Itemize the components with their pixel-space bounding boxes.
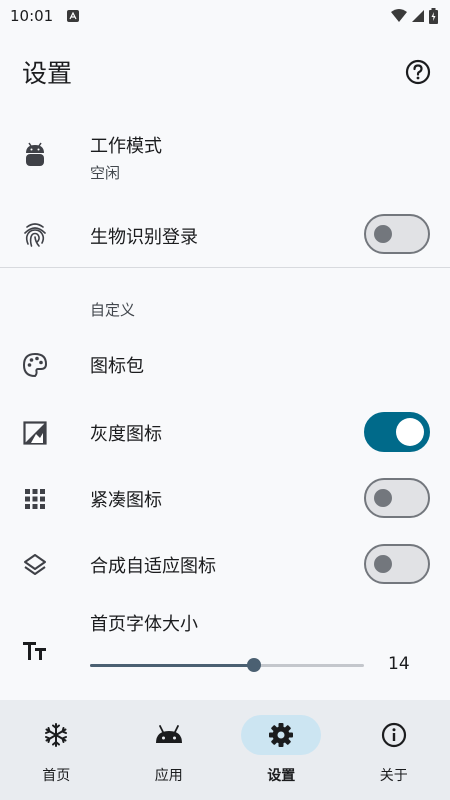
nav-pill-active [241, 715, 322, 755]
help-icon [405, 59, 431, 85]
status-indicators [391, 8, 438, 24]
contrast-icon [22, 420, 48, 446]
grayscale-text: 灰度图标 [90, 420, 162, 446]
font-size-label: 首页字体大小 [90, 614, 198, 635]
notification-icon [67, 10, 80, 22]
font-size-icon [22, 638, 48, 664]
section-header-custom: 自定义 [90, 301, 136, 319]
setting-home-font-size: 首页字体大小 [0, 606, 450, 686]
nav-pill [16, 715, 96, 755]
toggle-thumb [374, 489, 392, 507]
help-button[interactable] [404, 58, 432, 86]
bottom-nav: 首页 应用 设置 关于 [0, 700, 450, 800]
divider [0, 267, 450, 268]
adaptive-text: 合成自适应图标 [90, 552, 216, 578]
gear-icon [269, 723, 294, 747]
nav-label-about: 关于 [379, 768, 408, 784]
grid-icon [22, 486, 48, 512]
slider-fill [90, 664, 255, 667]
setting-grayscale-icons[interactable]: 灰度图标 [0, 408, 450, 458]
cell-signal-icon [412, 10, 424, 22]
icon-pack-label: 图标包 [90, 356, 144, 377]
font-size-slider[interactable] [90, 658, 364, 672]
work-mode-text: 工作模式 空闲 [90, 132, 162, 183]
android-icon [155, 725, 182, 743]
battery-icon [429, 8, 438, 24]
fingerprint-icon [22, 222, 48, 248]
work-mode-label: 工作模式 [90, 136, 162, 157]
app-bar: 设置 [0, 40, 450, 104]
page-title: 设置 [22, 59, 73, 88]
wifi-icon [391, 9, 407, 22]
nav-item-settings[interactable]: 设置 [225, 700, 338, 800]
status-time: 10:01 [10, 7, 54, 25]
setting-compact-icons[interactable]: 紧凑图标 [0, 474, 450, 524]
grayscale-toggle[interactable] [364, 412, 430, 452]
nav-label-apps: 应用 [154, 768, 183, 784]
setting-work-mode[interactable]: 工作模式 空闲 [0, 122, 450, 192]
nav-item-home[interactable]: 首页 [0, 700, 113, 800]
icon-pack-text: 图标包 [90, 352, 144, 378]
nav-pill [354, 715, 434, 755]
font-size-value: 14 [388, 654, 410, 674]
snowflake-icon [45, 723, 68, 747]
compact-text: 紧凑图标 [90, 486, 162, 512]
toggle-thumb [374, 225, 392, 243]
compact-toggle[interactable] [364, 478, 430, 518]
font-size-text: 首页字体大小 [90, 610, 198, 636]
status-bar: 10:01 [0, 0, 450, 32]
nav-label-home: 首页 [42, 768, 71, 784]
layers-icon [22, 552, 48, 578]
info-icon [381, 722, 406, 748]
setting-adaptive-icons[interactable]: 合成自适应图标 [0, 540, 450, 590]
adaptive-toggle[interactable] [364, 544, 430, 584]
biometric-text: 生物识别登录 [90, 223, 198, 249]
android-icon [22, 142, 48, 168]
nav-pill [129, 715, 209, 755]
palette-icon [22, 352, 48, 378]
toggle-thumb [374, 555, 392, 573]
compact-label: 紧凑图标 [90, 490, 162, 511]
grayscale-label: 灰度图标 [90, 424, 162, 445]
toggle-thumb [396, 418, 424, 446]
nav-label-settings: 设置 [267, 768, 296, 784]
adaptive-label: 合成自适应图标 [90, 556, 216, 577]
nav-item-apps[interactable]: 应用 [113, 700, 226, 800]
setting-biometric-login[interactable]: 生物识别登录 [0, 206, 450, 264]
setting-icon-pack[interactable]: 图标包 [0, 340, 450, 390]
biometric-label: 生物识别登录 [90, 227, 198, 248]
nav-item-about[interactable]: 关于 [338, 700, 450, 800]
work-mode-value: 空闲 [90, 164, 121, 182]
biometric-toggle[interactable] [364, 214, 430, 254]
